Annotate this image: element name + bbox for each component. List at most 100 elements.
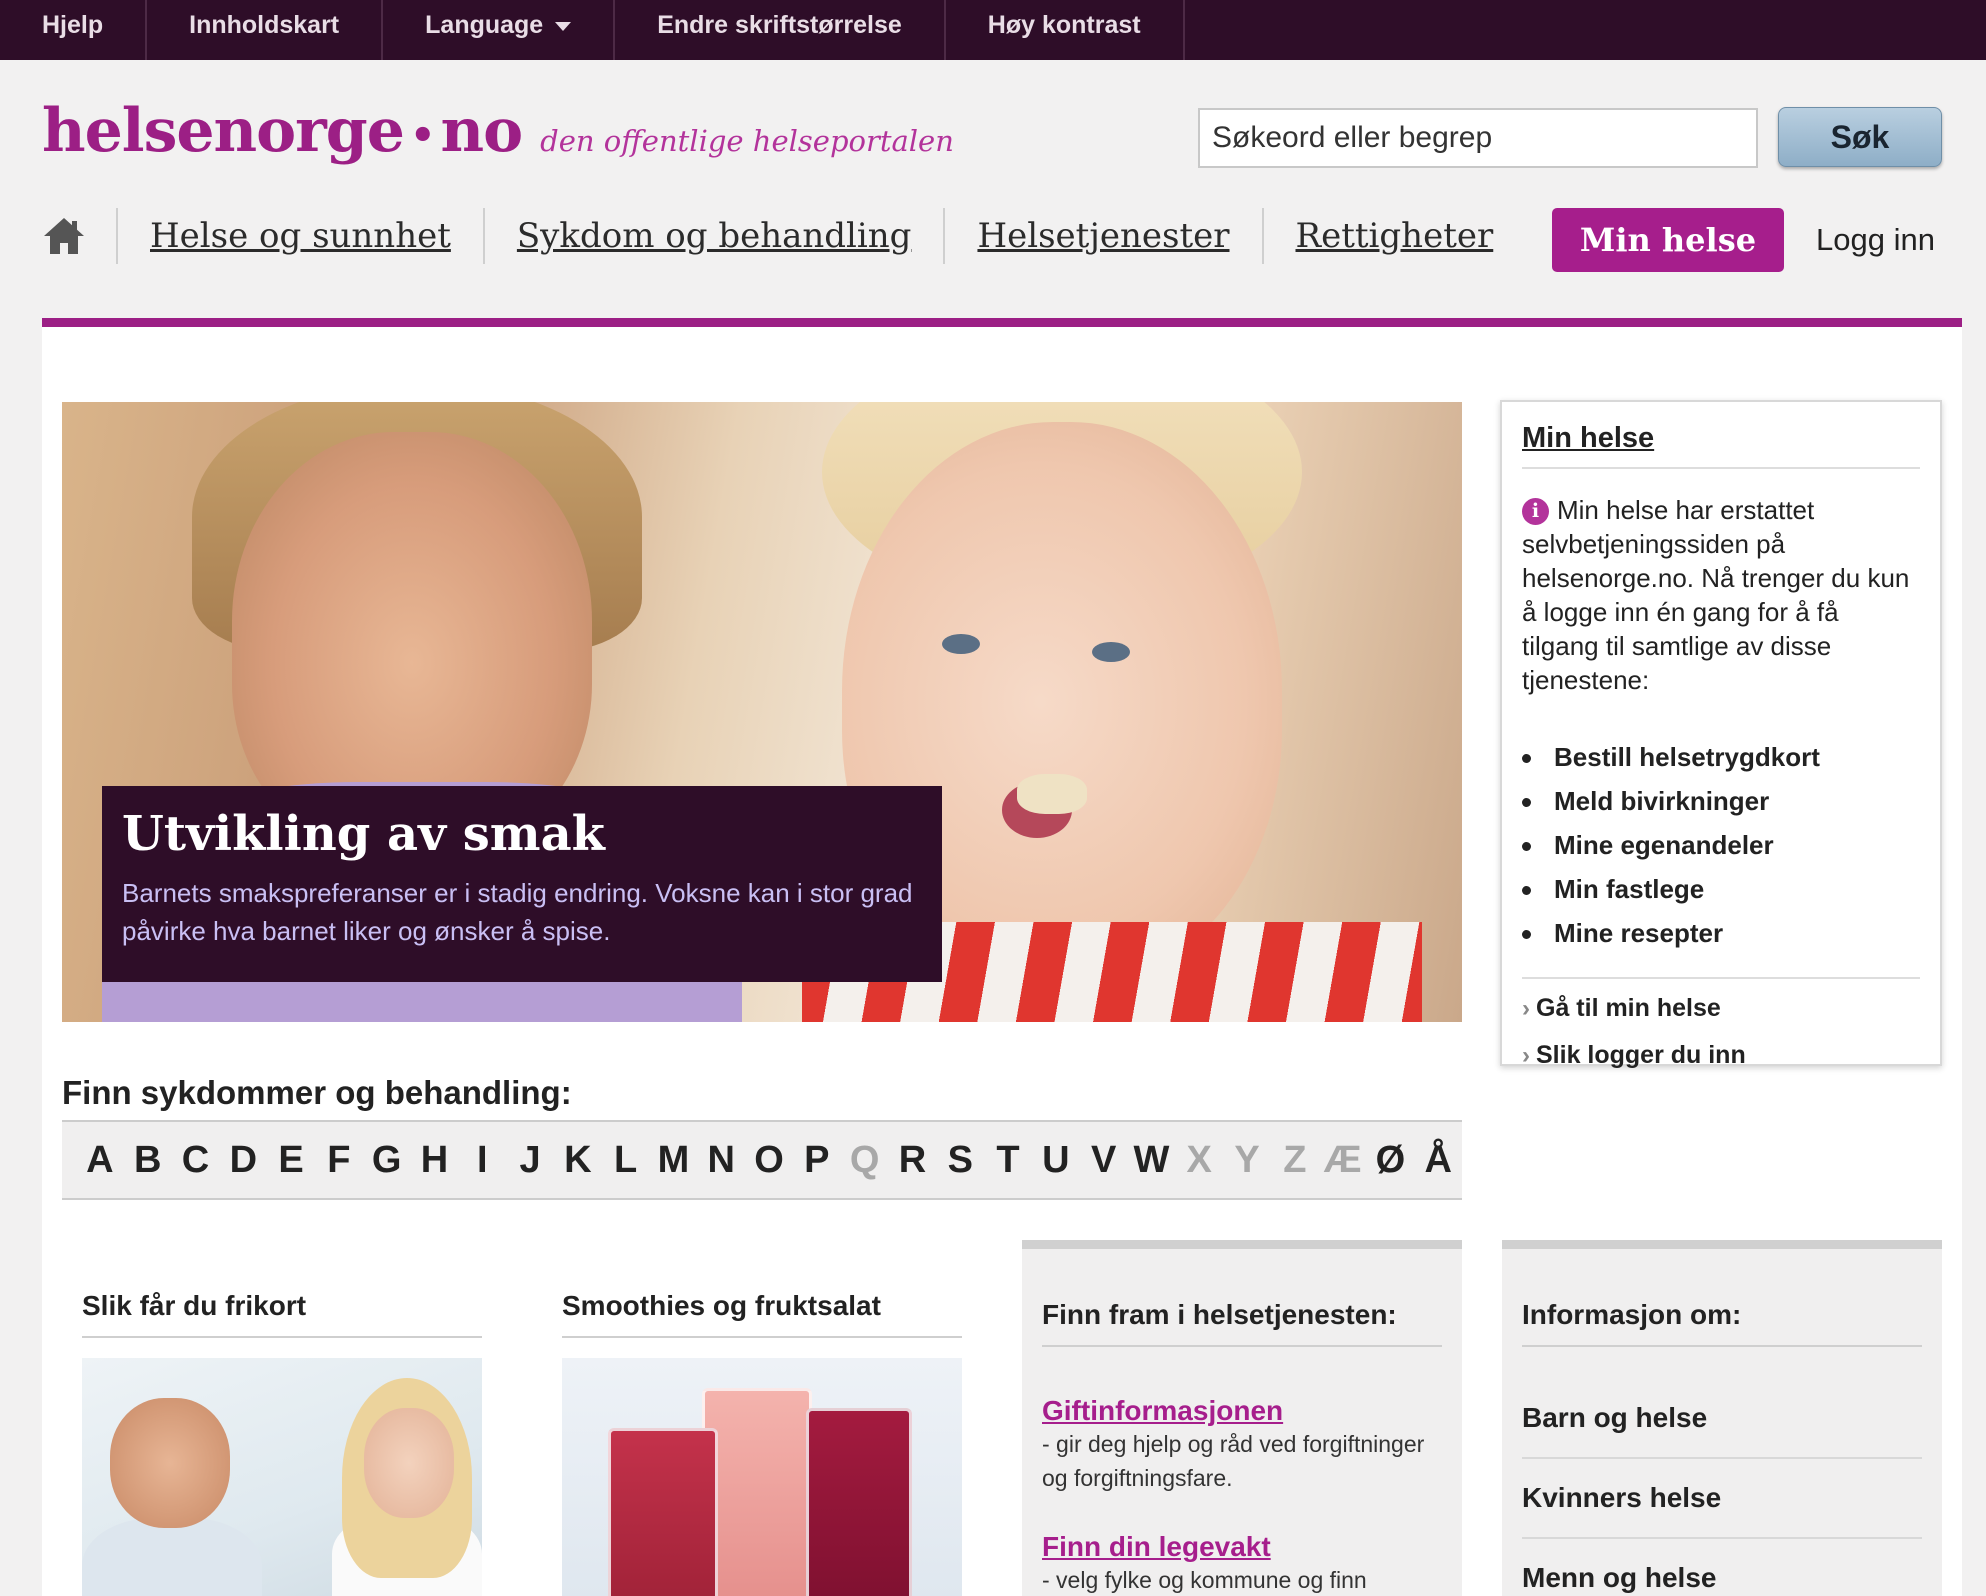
service-description: - gir deg hjelp og råd ved forgiftninger… xyxy=(1042,1431,1425,1491)
az-letter[interactable]: P xyxy=(793,1139,841,1182)
nav-helsetjenester[interactable]: Helsetjenester xyxy=(945,216,1261,256)
list-item: Bestill helsetrygdkort xyxy=(1522,735,1920,779)
image-glass xyxy=(806,1408,912,1596)
search-button[interactable]: Søk xyxy=(1778,107,1942,167)
search-input[interactable] xyxy=(1198,108,1758,168)
az-letter[interactable]: H xyxy=(411,1139,459,1182)
home-icon[interactable] xyxy=(42,216,86,256)
az-letter[interactable]: B xyxy=(124,1139,172,1182)
card-title: Finn fram i helsetjenesten: xyxy=(1042,1299,1442,1347)
az-letter: X xyxy=(1186,1138,1212,1181)
az-letter[interactable]: N xyxy=(697,1139,745,1182)
nav-rettigheter[interactable]: Rettigheter xyxy=(1264,216,1526,256)
min-helse-box: Min helse i Min helse har erstattet selvb… xyxy=(1500,400,1942,1069)
language-label: Language xyxy=(425,11,544,39)
list-item: Mine resepter xyxy=(1522,911,1920,955)
list-item: Mine egenandeler xyxy=(1522,823,1920,867)
min-helse-button[interactable]: Min helse xyxy=(1552,208,1784,272)
link-label: Slik logger du inn xyxy=(1536,1041,1746,1069)
hero-photo-cookie xyxy=(1017,774,1087,814)
service-description: - velg fylke og kommune og finn xyxy=(1042,1567,1367,1593)
smoothie-image[interactable] xyxy=(562,1358,962,1596)
giftinformasjonen-link[interactable]: Giftinformasjonen xyxy=(1042,1395,1442,1427)
logo-brand-main: helsenorge xyxy=(42,96,405,166)
az-letter[interactable]: J xyxy=(506,1139,554,1182)
az-letter[interactable]: U xyxy=(1032,1139,1080,1182)
az-letter[interactable]: K xyxy=(554,1139,602,1182)
min-helse-info-text: Min helse har erstattet selvbetjeningssi… xyxy=(1522,495,1910,695)
main-nav: Helse og sunnhet Sykdom og behandling He… xyxy=(42,208,1525,264)
az-letter[interactable]: F xyxy=(315,1139,363,1182)
how-to-login-link[interactable]: › Slik logger du inn xyxy=(1522,1032,1920,1079)
info-icon: i xyxy=(1522,498,1549,525)
hero-title: Utvikling av smak xyxy=(122,806,605,862)
min-helse-links: › Gå til min helse › Slik logger du inn xyxy=(1522,977,1920,1079)
info-link-menn[interactable]: Menn og helse xyxy=(1522,1539,1922,1596)
nav-sykdom-og-behandling[interactable]: Sykdom og behandling xyxy=(485,216,944,256)
az-letter: Æ xyxy=(1323,1138,1362,1181)
logo-brand-tld: no xyxy=(440,96,524,166)
image-doctor xyxy=(364,1408,454,1518)
language-dropdown[interactable]: Language xyxy=(383,0,616,60)
login-link[interactable]: Logg inn xyxy=(1816,222,1935,258)
az-title: Finn sykdommer og behandling: xyxy=(62,1074,572,1111)
az-letter[interactable]: V xyxy=(1080,1139,1128,1182)
image-man xyxy=(110,1398,230,1528)
hero-text: Barnets smakspreferanser er i stadig end… xyxy=(122,878,913,946)
image-man-body xyxy=(82,1518,262,1596)
logo-wordmark: helsenorge • no xyxy=(42,96,524,166)
az-letter: Y xyxy=(1234,1138,1260,1181)
sitemap-link[interactable]: Innholdskart xyxy=(147,0,384,60)
card-health-services: Finn fram i helsetjenesten: Giftinformas… xyxy=(1022,1240,1462,1596)
list-item: Min fastlege xyxy=(1522,867,1920,911)
az-letter[interactable]: I xyxy=(458,1139,506,1182)
az-letter[interactable]: G xyxy=(363,1139,411,1182)
info-link-barn[interactable]: Barn og helse xyxy=(1522,1379,1922,1459)
az-letter[interactable]: T xyxy=(984,1139,1032,1182)
site-logo[interactable]: helsenorge • no den offentlige helseportal… xyxy=(42,96,954,166)
az-letter[interactable]: L xyxy=(602,1139,650,1182)
font-size-link[interactable]: Endre skriftstørrelse xyxy=(615,0,946,60)
min-helse-services: Bestill helsetrygdkort Meld bivirkninger… xyxy=(1522,735,1920,955)
link-label: Gå til min helse xyxy=(1536,994,1721,1022)
az-letter[interactable]: S xyxy=(936,1139,984,1182)
az-letter: Q xyxy=(849,1138,880,1181)
az-letter[interactable]: W xyxy=(1128,1139,1176,1182)
info-link-kvinner[interactable]: Kvinners helse xyxy=(1522,1459,1922,1539)
hero-photo-eye xyxy=(1092,642,1130,662)
logo-dot: • xyxy=(409,112,436,159)
az-letter[interactable]: A xyxy=(76,1139,124,1182)
high-contrast-link[interactable]: Høy kontrast xyxy=(946,0,1185,60)
header-divider xyxy=(42,318,1962,327)
az-letter[interactable]: D xyxy=(219,1139,267,1182)
services-list: Giftinformasjonen - gir deg hjelp og råd… xyxy=(1042,1395,1442,1596)
az-letter[interactable]: M xyxy=(650,1139,698,1182)
card-title[interactable]: Slik får du frikort xyxy=(82,1290,482,1338)
finn-legevakt-link[interactable]: Finn din legevakt xyxy=(1042,1531,1442,1563)
card-frikort: Slik får du frikort xyxy=(62,1240,502,1596)
az-letter[interactable]: R xyxy=(889,1139,937,1182)
az-index: ABCDEFGHIJKLMNOPQRSTUVWXYZÆØÅ xyxy=(62,1120,1462,1200)
utility-bar: Hjelp Innholdskart Language Endre skrift… xyxy=(0,0,1986,60)
az-letter[interactable]: Å xyxy=(1414,1139,1462,1182)
az-letter[interactable]: E xyxy=(267,1139,315,1182)
chevron-right-icon: › xyxy=(1522,995,1530,1022)
az-letter[interactable]: O xyxy=(745,1139,793,1182)
image-glass xyxy=(608,1428,718,1596)
logo-tagline: den offentlige helseportalen xyxy=(540,124,954,158)
image-glass xyxy=(702,1388,812,1596)
go-to-min-helse-link[interactable]: › Gå til min helse xyxy=(1522,985,1920,1032)
card-smoothies: Smoothies og fruktsalat xyxy=(542,1240,982,1596)
frikort-image[interactable] xyxy=(82,1358,482,1596)
az-letter[interactable]: Ø xyxy=(1367,1139,1415,1182)
help-link[interactable]: Hjelp xyxy=(0,0,148,60)
min-helse-box-title[interactable]: Min helse xyxy=(1522,422,1920,469)
chevron-right-icon: › xyxy=(1522,1042,1530,1069)
card-title[interactable]: Smoothies og fruktsalat xyxy=(562,1290,962,1338)
az-letter[interactable]: C xyxy=(172,1139,220,1182)
hero-banner[interactable]: Utvikling av smak Barnets smakspreferans… xyxy=(62,402,1462,1022)
information-list: Barn og helse Kvinners helse Menn og hel… xyxy=(1522,1379,1922,1596)
nav-helse-og-sunnhet[interactable]: Helse og sunnhet xyxy=(118,216,483,256)
hero-caption: Utvikling av smak Barnets smakspreferans… xyxy=(102,786,942,982)
min-helse-info: i Min helse har erstattet selvbetjeningss… xyxy=(1522,493,1920,697)
